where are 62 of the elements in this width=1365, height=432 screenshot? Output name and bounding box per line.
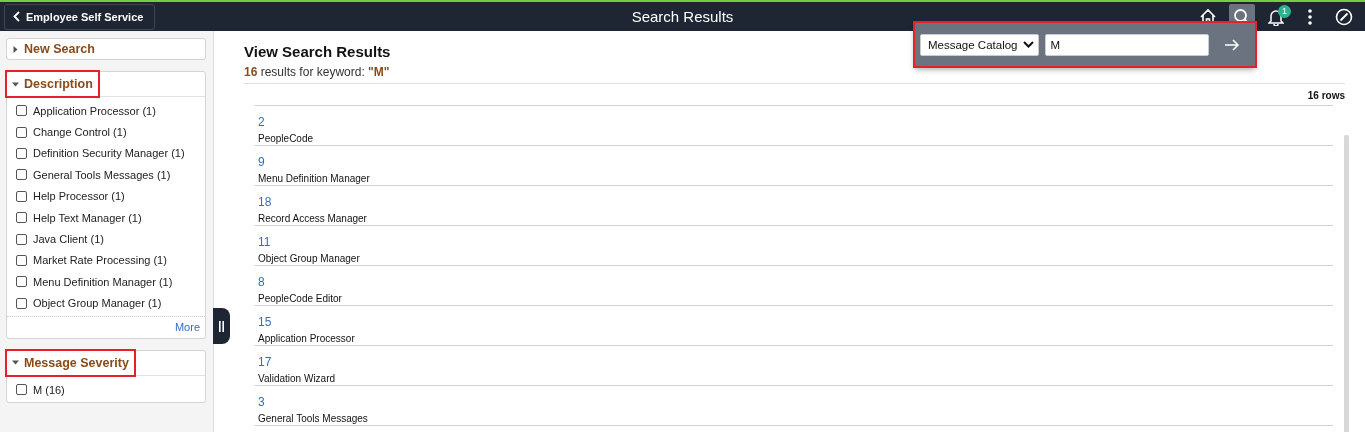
caret-down-icon [12,359,19,367]
checkbox[interactable] [16,233,27,245]
result-description: PeopleCode Editor [258,293,342,304]
result-link[interactable]: 11 [258,235,271,249]
page-title: Search Results [631,8,734,25]
facet-option: Help Processor (1) [33,190,125,203]
facet-option: Menu Definition Manager (1) [33,275,173,288]
checkbox[interactable] [16,254,27,266]
caret-right-icon [12,45,19,53]
bell-icon [1268,7,1284,26]
result-description: Menu Definition Manager [258,173,370,184]
category-dropdown[interactable]: Message Catalog [920,33,1040,56]
more-icon [1308,8,1312,25]
collapse-handle[interactable] [213,308,230,344]
facet-option: General Tools Messages (1) [33,168,171,181]
result-link[interactable]: 3 [258,395,265,409]
chevron-down-icon [1023,41,1035,48]
result-description: Application Processor [258,333,355,344]
facet-option: Java Client (1) [33,233,104,246]
pause-icon [219,320,224,332]
results-heading: View Search Results [244,43,391,60]
result-link[interactable]: 8 [258,275,265,289]
search-field[interactable]: M [1045,33,1210,56]
checkbox[interactable] [16,126,27,138]
more-link[interactable]: More [174,320,200,333]
facet-option: Change Control (1) [33,126,127,139]
compass-icon [1335,7,1353,26]
result-description: Validation Wizard [258,373,336,384]
result-description: Object Group Manager [258,253,360,264]
result-link[interactable]: 9 [258,155,265,169]
row-count: 16 rows [1307,90,1345,101]
result-link[interactable]: 15 [258,315,272,329]
facet-option: Definition Security Manager (1) [33,147,185,160]
back-button[interactable]: Employee Self Service [4,3,156,30]
checkbox[interactable] [16,384,27,396]
checkbox[interactable] [16,190,27,202]
facet-option: Market Rate Processing (1) [33,254,167,267]
notification-badge: 1 [1278,4,1291,18]
chevron-left-icon [13,11,20,22]
checkbox[interactable] [16,276,27,288]
facet-header[interactable]: New Search [7,39,100,59]
result-description: Record Access Manager [258,213,367,224]
checkbox[interactable] [16,169,27,181]
checkbox[interactable] [16,297,27,309]
result-description: PeopleCode [258,133,314,144]
facet-option: M (16) [33,383,65,396]
facet-header[interactable]: Message Severity [7,350,134,375]
result-link[interactable]: 18 [258,195,272,209]
result-link[interactable]: 2 [258,115,265,129]
checkbox[interactable] [16,212,27,224]
checkbox[interactable] [16,147,27,159]
arrow-right-icon [1225,38,1241,51]
facet-option: Object Group Manager (1) [33,297,162,310]
facet-option: Help Text Manager (1) [33,211,142,224]
result-description: General Tools Messages [258,413,368,424]
scrollbar[interactable] [1344,135,1349,432]
caret-down-icon [12,80,19,88]
facet-option: Application Processor (1) [33,104,156,117]
result-link[interactable]: 17 [258,355,272,369]
checkbox[interactable] [16,105,27,117]
facet-header[interactable]: Description [7,72,98,96]
results-summary: 16 results for keyword: "M" [244,65,390,79]
